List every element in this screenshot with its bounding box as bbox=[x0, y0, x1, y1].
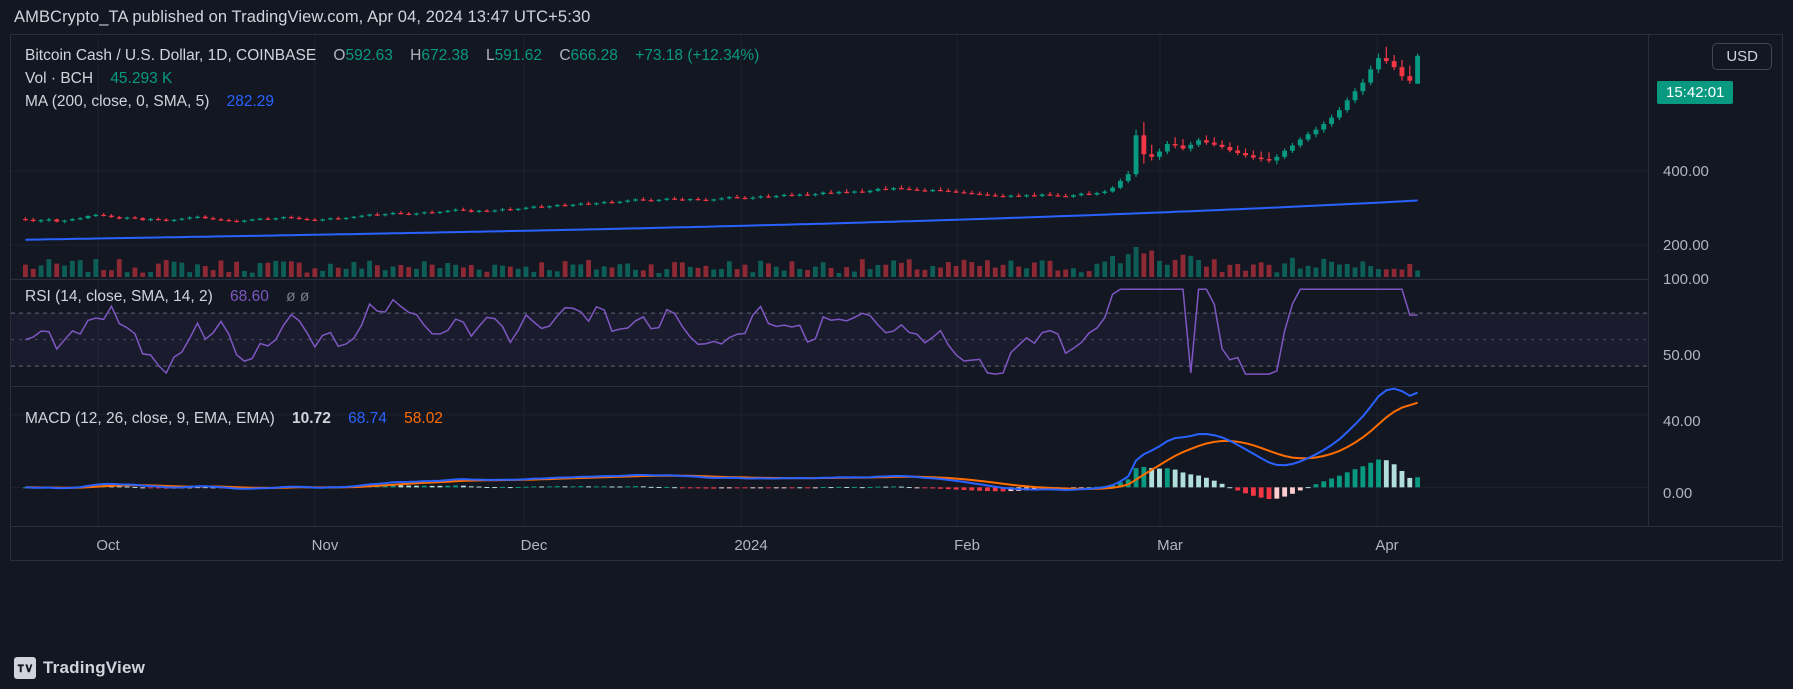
axis-tick-label: 200.00 bbox=[1663, 237, 1709, 254]
time-tick-label: 2024 bbox=[734, 537, 767, 554]
time-tick-label: Apr bbox=[1375, 537, 1398, 554]
price-axis[interactable]: USD 15:42:01 400.00 200.00 100.00 50.00 40.0… bbox=[1648, 35, 1782, 560]
chart-screenshot: AMBCrypto_TA published on TradingView.co… bbox=[0, 0, 1793, 689]
tradingview-brand: TradingView bbox=[43, 658, 145, 678]
axis-tick-label: 400.00 bbox=[1663, 163, 1709, 180]
time-axis[interactable]: Oct Nov Dec 2024 Feb Mar Apr bbox=[11, 526, 1782, 560]
time-tick-label: Oct bbox=[96, 537, 119, 554]
time-tick-label: Nov bbox=[312, 537, 339, 554]
axis-tick-label: 100.00 bbox=[1663, 271, 1709, 288]
publish-text: AMBCrypto_TA published on TradingView.co… bbox=[14, 8, 590, 27]
time-tick-label: Feb bbox=[954, 537, 980, 554]
axis-tick-label: 50.00 bbox=[1663, 347, 1701, 364]
axis-tick-label: 0.00 bbox=[1663, 485, 1692, 502]
rsi-canvas[interactable] bbox=[11, 280, 1648, 386]
currency-badge[interactable]: USD bbox=[1712, 43, 1772, 70]
tradingview-footer[interactable]: TradingView bbox=[14, 657, 145, 679]
macd-pane[interactable] bbox=[11, 387, 1648, 526]
chart-frame[interactable]: USD 15:42:01 400.00 200.00 100.00 50.00 40.0… bbox=[10, 34, 1783, 561]
tradingview-logo-icon bbox=[14, 657, 36, 679]
price-pane[interactable] bbox=[11, 35, 1648, 279]
macd-canvas[interactable] bbox=[11, 387, 1648, 526]
price-canvas[interactable] bbox=[11, 35, 1648, 279]
time-tick-label: Mar bbox=[1157, 537, 1183, 554]
axis-tick-label: 40.00 bbox=[1663, 413, 1701, 430]
time-tick-label: Dec bbox=[521, 537, 548, 554]
rsi-pane[interactable] bbox=[11, 280, 1648, 386]
clock-badge: 15:42:01 bbox=[1657, 81, 1733, 104]
publish-header: AMBCrypto_TA published on TradingView.co… bbox=[0, 0, 1793, 34]
